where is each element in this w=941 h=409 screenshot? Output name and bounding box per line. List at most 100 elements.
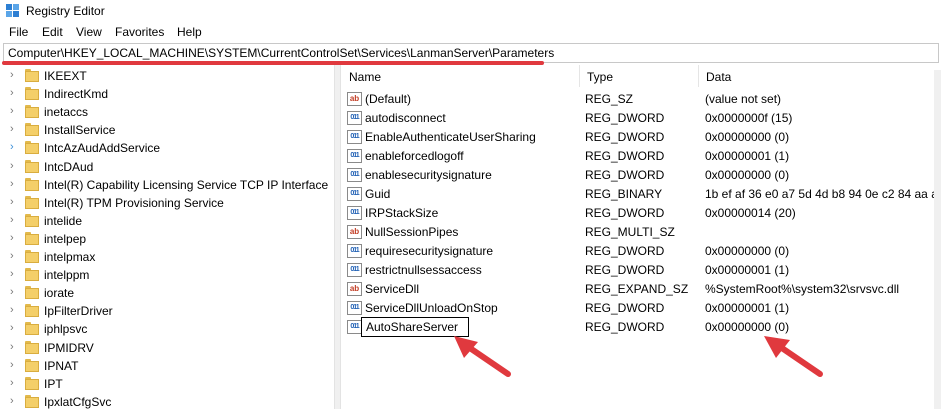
menu-edit[interactable]: Edit [42,25,63,39]
tree-item[interactable]: › Intel(R) TPM Provisioning Service [0,194,334,212]
chevron-right-icon[interactable]: › [10,268,14,280]
tree-item[interactable]: › InstallService [0,121,334,139]
tree-item-label: Intel(R) TPM Provisioning Service [44,195,224,210]
binary-value-icon: 011 [347,168,362,182]
chevron-right-icon[interactable]: › [10,359,14,371]
tree-item[interactable]: › IntcAzAudAddService [0,139,334,157]
tree-item-label: InstallService [44,123,116,138]
folder-icon [25,394,39,408]
tree-item-label: IntcDAud [44,159,94,174]
tree-item[interactable]: › Intel(R) Capability Licensing Service T… [0,176,334,194]
value-type: REG_DWORD [585,168,665,182]
tree-item-label: intelide [44,213,83,228]
value-row[interactable]: ab ServiceDll REG_EXPAND_SZ %SystemRoot%\sy… [341,280,941,299]
chevron-right-icon[interactable]: › [10,395,14,407]
tree-item[interactable]: › IPMIDRV [0,339,334,357]
column-header-type[interactable]: Type [579,65,699,87]
tree-item[interactable]: › intelppm [0,266,334,284]
tree-item[interactable]: › iphlpsvc [0,320,334,338]
tree-item[interactable]: › IntcDAud [0,158,334,176]
chevron-right-icon[interactable]: › [10,232,14,244]
tree-item[interactable]: › inetaccs [0,103,334,121]
folder-icon [25,376,39,390]
value-name: ServiceDllUnloadOnStop [365,301,498,315]
tree-item[interactable]: › intelide [0,212,334,230]
value-name: (Default) [365,92,412,106]
folder-icon [25,159,39,173]
annotation-arrow-right [764,336,823,377]
title-bar: Registry Editor [0,0,941,23]
address-bar[interactable]: Computer\HKEY_LOCAL_MACHINE\SYSTEM\Curre… [3,43,939,63]
binary-value-icon: 011 [347,149,362,163]
tree-item-label: iorate [44,286,75,301]
values-list[interactable]: Name Type Data ab (Default) REG_SZ (value n… [341,65,941,409]
value-row[interactable]: 011 autodisconnect REG_DWORD 0x0000000f (15… [341,109,941,128]
value-row[interactable]: ab (Default) REG_SZ (value not set) [341,90,941,109]
value-row[interactable]: ab NullSessionPipes REG_MULTI_SZ [341,223,941,242]
tree-item-label: IPT [44,376,63,391]
chevron-right-icon[interactable]: › [10,304,14,316]
folder-icon [25,87,39,101]
column-header-data[interactable]: Data [698,65,941,87]
folder-icon [25,105,39,119]
tree-item[interactable]: › IndirectKmd [0,85,334,103]
pane-splitter[interactable] [334,65,341,409]
tree-item[interactable]: › IpFilterDriver [0,302,334,320]
chevron-right-icon[interactable]: › [10,322,14,334]
tree-item[interactable]: › iorate [0,284,334,302]
value-row[interactable]: 011 IRPStackSize REG_DWORD 0x00000014 (20) [341,204,941,223]
value-row[interactable]: 011 requiresecuritysignature REG_DWORD 0x00… [341,242,941,261]
chevron-right-icon[interactable]: › [10,178,14,190]
value-name: NullSessionPipes [365,225,459,239]
value-name: IRPStackSize [365,206,439,220]
value-data: 0x00000000 (0) [705,244,790,258]
value-name: Guid [365,187,391,201]
chevron-right-icon[interactable]: › [10,341,14,353]
menu-file[interactable]: File [9,25,28,39]
chevron-right-icon[interactable]: › [10,141,14,153]
value-row[interactable]: 011 AutoShareServer REG_DWORD 0x00000000 (0… [341,317,941,337]
value-type: REG_DWORD [585,206,665,220]
chevron-right-icon[interactable]: › [10,105,14,117]
binary-value-icon: 011 [347,187,362,201]
chevron-right-icon[interactable]: › [10,196,14,208]
value-type: REG_DWORD [585,320,665,334]
chevron-right-icon[interactable]: › [10,250,14,262]
menu-view[interactable]: View [76,25,102,39]
tree-item[interactable]: › intelpep [0,230,334,248]
folder-icon [25,286,39,300]
chevron-right-icon[interactable]: › [10,286,14,298]
value-data: %SystemRoot%\system32\srvsvc.dll [705,282,900,296]
value-row[interactable]: 011 Guid REG_BINARY 1b ef af 36 e0 a7 5d 4d… [341,185,941,204]
tree-item-label: IPNAT [44,358,79,373]
menu-favorites[interactable]: Favorites [115,25,164,39]
binary-value-icon: 011 [347,263,362,277]
tree-item-label: IntcAzAudAddService [44,141,161,156]
vertical-scrollbar[interactable] [934,70,941,409]
value-row[interactable]: 011 enablesecuritysignature REG_DWORD 0x000… [341,166,941,185]
tree-item[interactable]: › intelpmax [0,248,334,266]
chevron-right-icon[interactable]: › [10,87,14,99]
chevron-right-icon[interactable]: › [10,160,14,172]
chevron-right-icon[interactable]: › [10,377,14,389]
value-row[interactable]: 011 EnableAuthenticateUserSharing REG_DWOR… [341,128,941,147]
tree-item[interactable]: › IKEEXT [0,67,334,85]
column-header-name[interactable]: Name [341,65,579,87]
value-row[interactable]: 011 ServiceDllUnloadOnStop REG_DWORD 0x0000… [341,299,941,318]
value-row[interactable]: 011 restrictnullsessaccess REG_DWORD 0x0000… [341,261,941,280]
value-data: 0x00000001 (1) [705,149,790,163]
tree-item-label: inetaccs [44,105,89,120]
menu-help[interactable]: Help [177,25,202,39]
value-row[interactable]: 011 enableforcedlogoff REG_DWORD 0x00000001… [341,147,941,166]
tree-item[interactable]: › IPT [0,375,334,393]
address-path[interactable]: Computer\HKEY_LOCAL_MACHINE\SYSTEM\Curre… [8,46,554,60]
key-tree[interactable]: › IKEEXT › IndirectKmd › inetaccs › InstallServ… [0,65,334,409]
tree-item[interactable]: › IpxlatCfgSvc [0,393,334,409]
tree-item[interactable]: › IPNAT [0,357,334,375]
chevron-right-icon[interactable]: › [10,69,14,81]
chevron-right-icon[interactable]: › [10,214,14,226]
tree-item-label: iphlpsvc [44,322,88,337]
chevron-right-icon[interactable]: › [10,123,14,135]
binary-value-icon: 011 [347,111,362,125]
rename-input-text[interactable]: AutoShareServer [366,320,458,334]
